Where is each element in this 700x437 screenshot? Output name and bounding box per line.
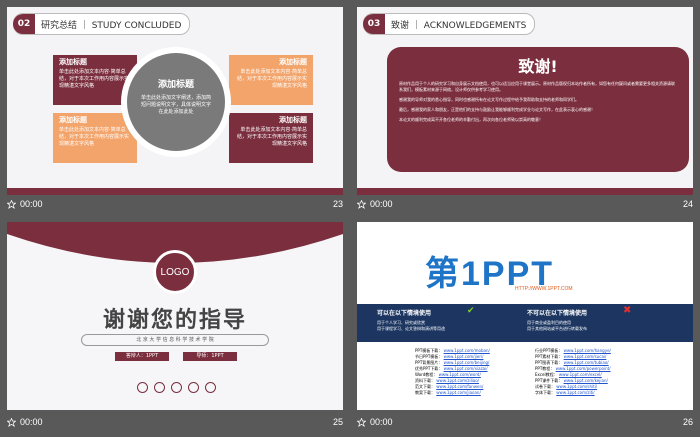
slide-thumbnail-24[interactable]: 03 致谢 ｜ ACKNOWLEDGEMENTS 致谢! 原材作品用于个人的研究…	[357, 7, 693, 195]
thanks-paragraph-4: 本论文的顺利完成离不开各位老师的辛勤付出，再次向各位老师致以崇高的敬意！	[399, 117, 543, 122]
info-box-top-right: 添加标题 单击此处添加文本内容·简单总结，对于本次工作用内容展示实现精湛文字风格	[229, 55, 313, 105]
slide-thumbnail-23[interactable]: 02 研究总结 ｜ STUDY CONCLUDED 添加标题 单击此处添加文本内…	[7, 7, 343, 195]
center-text: 单击此处添加文字阐述，添加简短问题说明文字，具体说明文字在此处添加此处	[141, 95, 212, 115]
slide-number: 23	[332, 199, 343, 209]
brand-logo: 第1PPT HTTP://WWW.1PPT.COM	[425, 246, 625, 293]
link-row[interactable]: 教案下载： www.1ppt.com/jiaoan/	[415, 390, 490, 396]
thumb-footer-26: 00:00 26	[357, 414, 693, 430]
qq-icon[interactable]	[171, 382, 182, 393]
cross-icon: ✖	[623, 305, 632, 316]
thanks-heading: 致谢!	[518, 57, 558, 76]
section-title: 研究总结 ｜ STUDY CONCLUDED	[41, 20, 182, 31]
thanks-panel: 致谢! 原材作品用于个人的研究学习和自身展示文档使用，也可以适当应用于课堂展示。…	[387, 47, 689, 172]
check-icon: ✔	[467, 306, 475, 316]
usage-band: 可以在以下情境使用 ✔ 用于个人学习、研究或欣赏 用于课程学习、论文答辩和演讲等…	[357, 304, 693, 342]
brand-url: HTTP://WWW.1PPT.COM	[515, 286, 573, 292]
can-use-section: 可以在以下情境使用 ✔ 用于个人学习、研究或欣赏 用于课程学习、论文答辩和演讲等…	[377, 306, 527, 332]
bottom-bar	[357, 188, 693, 195]
logo-circle: LOGO	[153, 250, 197, 294]
center-circle: 添加标题 单击此处添加文字阐述，添加简短问题说明文字，具体说明文字在此处添加此处	[127, 53, 225, 151]
can-use-title: 可以在以下情境使用	[377, 310, 432, 317]
center-title: 添加标题	[157, 80, 194, 90]
advisor-badge: 导师：1PPT	[183, 352, 237, 361]
thanks-paragraph-1: 原材作品用于个人的研究学习和自身展示文档使用，也可以适当应用于课堂展示。原材作品…	[399, 81, 675, 92]
mail-icon[interactable]	[205, 382, 216, 393]
section-number: 02	[13, 14, 35, 34]
cannot-use-section: 不可以在以下情境使用 ✖ 用于商业或盈利目的使用 用于其他网站或平台进行转载发布	[527, 305, 677, 332]
social-icons	[137, 382, 216, 393]
main-title: 谢谢您的指导	[102, 308, 247, 333]
section-tag: 03 致谢 ｜ ACKNOWLEDGEMENTS	[363, 13, 536, 35]
section-title: 致谢 ｜ ACKNOWLEDGEMENTS	[391, 20, 527, 31]
star-icon[interactable]	[7, 199, 16, 209]
weibo-icon[interactable]	[137, 382, 148, 393]
section-number: 03	[363, 14, 385, 34]
cannot-use-title: 不可以在以下情境使用	[527, 310, 588, 317]
star-icon[interactable]	[357, 199, 366, 209]
slide-number: 26	[682, 417, 693, 427]
thumb-footer-25: 00:00 25	[7, 414, 343, 430]
slide-thumbnail-25[interactable]: LOGO 谢谢您的指导 北 京 大 学 信 息 科 学 技 术 学 院 答辩人：…	[7, 222, 343, 410]
thumb-footer-23: 00:00 23	[7, 196, 343, 212]
thumb-footer-24: 00:00 24	[357, 196, 693, 212]
thanks-paragraph-3: 最后，感谢我的家人和朋友，正是他们的支持与鼓励让我能够顺利完成学业与论文写作，在…	[399, 107, 595, 112]
bottom-bar	[7, 188, 343, 195]
subtitle-pill: 北 京 大 学 信 息 科 学 技 术 学 院	[81, 334, 269, 346]
logo-text: LOGO	[160, 266, 190, 278]
links-right: 行业PPT模板： www.1ppt.com/hangye/ PPT素材下载： w…	[535, 348, 611, 396]
slide-thumbnail-26[interactable]: 第1PPT HTTP://WWW.1PPT.COM 可以在以下情境使用 ✔ 用于…	[357, 222, 693, 410]
section-tag: 02 研究总结 ｜ STUDY CONCLUDED	[13, 13, 191, 35]
thanks-paragraph-2: 感谢我的导师对我的悉心指导，同时也感谢所有在论文写作过程中给予我帮助和支持的老师…	[399, 97, 579, 102]
wechat-icon[interactable]	[154, 382, 165, 393]
share-icon[interactable]	[188, 382, 199, 393]
slide-number: 24	[682, 199, 693, 209]
link-row[interactable]: 字体下载： www.1ppt.com/ziti/	[535, 390, 611, 396]
star-icon[interactable]	[7, 417, 16, 427]
slide-number: 25	[332, 417, 343, 427]
links-left: PPT模板下载： www.1ppt.com/moban/ 节日PPT模板： ww…	[415, 348, 490, 396]
presenter-badge: 答辩人：1PPT	[115, 352, 169, 361]
star-icon[interactable]	[357, 417, 366, 427]
info-box-bottom-right: 添加标题 单击此处添加文本内容·简单总结，对于本次工作用内容展示实现精湛文字风格	[229, 113, 313, 163]
